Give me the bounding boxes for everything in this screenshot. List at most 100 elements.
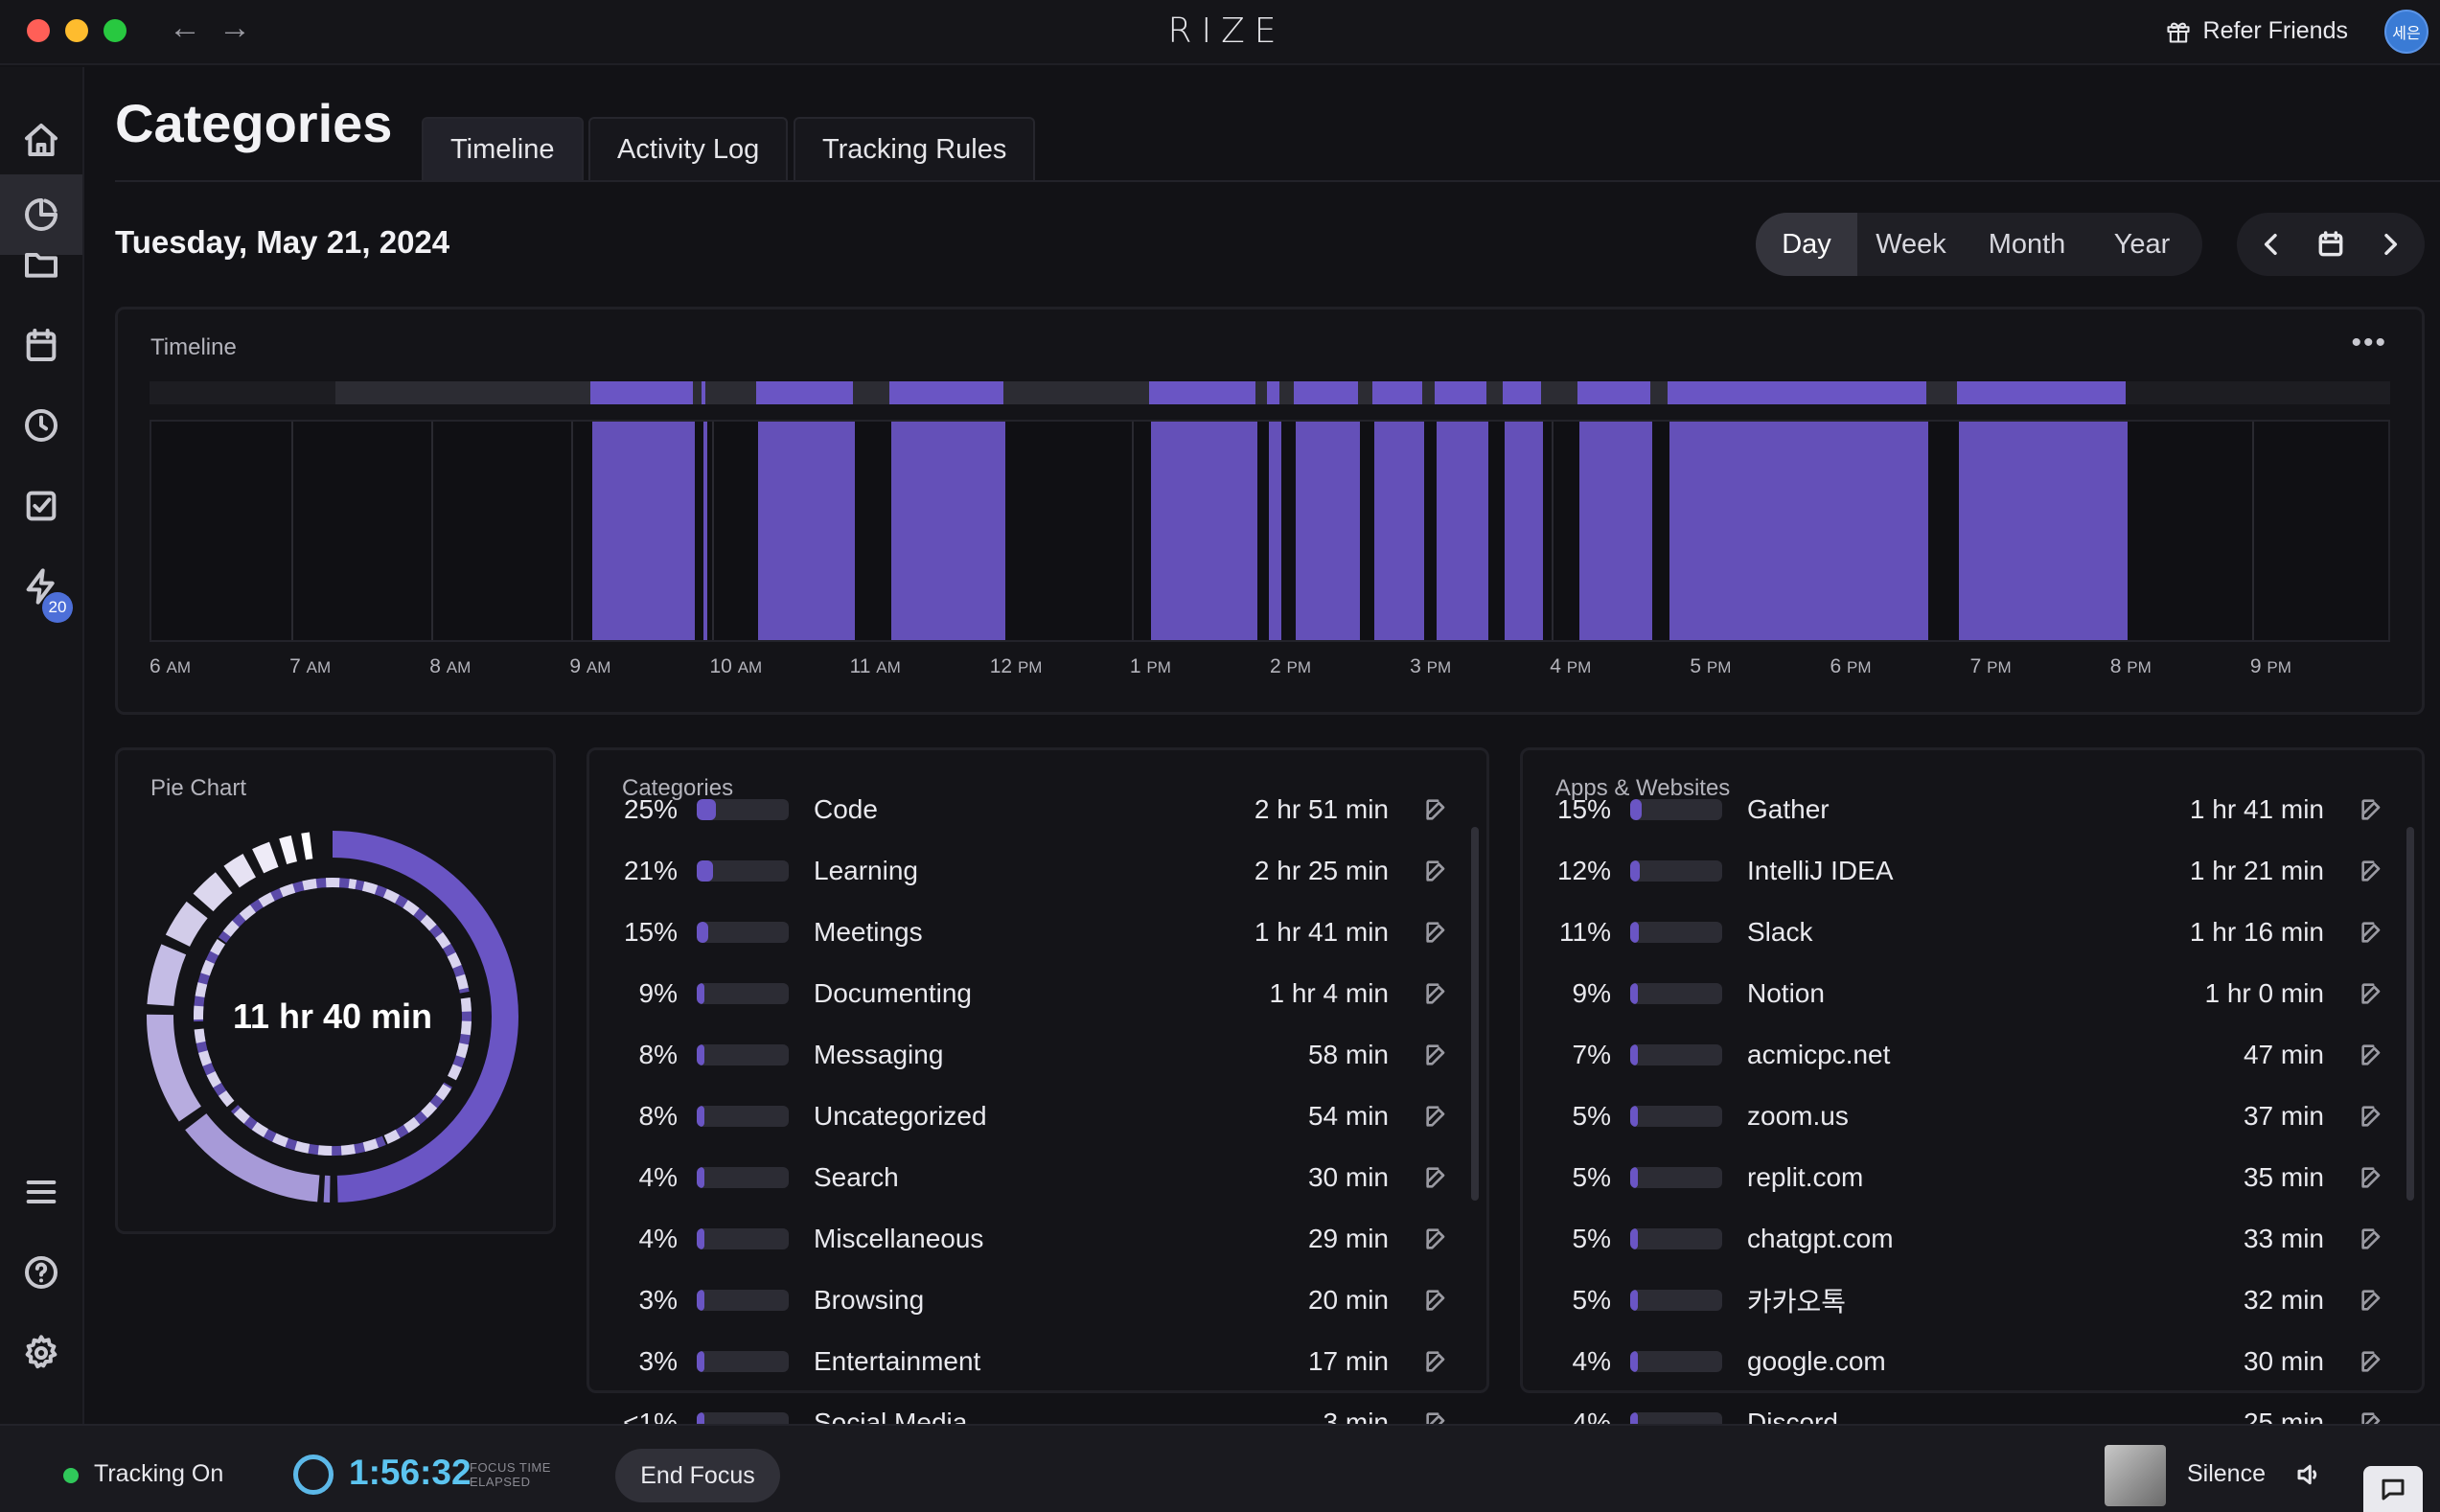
edit-icon[interactable] bbox=[2359, 1103, 2385, 1130]
tab-activity-log[interactable]: Activity Log bbox=[588, 117, 789, 180]
zoom-window-button[interactable] bbox=[104, 19, 127, 42]
forward-arrow-icon[interactable]: → bbox=[219, 10, 251, 47]
end-focus-button[interactable]: End Focus bbox=[615, 1449, 780, 1502]
sidebar-item-calendar[interactable] bbox=[0, 305, 82, 385]
volume-button[interactable] bbox=[2294, 1460, 2323, 1494]
edit-icon[interactable] bbox=[2359, 1164, 2385, 1191]
app-name: chatgpt.com bbox=[1747, 1224, 1894, 1253]
more-options-icon[interactable]: ••• bbox=[2351, 327, 2387, 359]
edit-icon[interactable] bbox=[1423, 1164, 1450, 1191]
app-row[interactable]: 7% acmicpc.net 47 min bbox=[1542, 1030, 2403, 1080]
sidebar-item-history[interactable] bbox=[0, 385, 82, 466]
refer-friends-button[interactable]: Refer Friends bbox=[2165, 17, 2348, 45]
timeline-session-block[interactable] bbox=[757, 422, 855, 640]
sidebar-item-home[interactable] bbox=[0, 100, 82, 180]
range-month-button[interactable]: Month bbox=[1965, 213, 2089, 276]
app-percent: 7% bbox=[1572, 1040, 1611, 1069]
timeline-chart[interactable] bbox=[150, 420, 2390, 642]
timeline-session-block[interactable] bbox=[1295, 422, 1361, 640]
category-row[interactable]: 25% Code 2 hr 51 min bbox=[609, 785, 1467, 835]
sidebar-item-projects[interactable] bbox=[0, 224, 82, 305]
avatar[interactable]: 세은 bbox=[2384, 10, 2428, 54]
edit-icon[interactable] bbox=[2359, 858, 2385, 884]
sound-label[interactable]: Silence bbox=[2187, 1460, 2266, 1488]
category-row[interactable]: 3% Browsing 20 min bbox=[609, 1275, 1467, 1325]
timeline-gridline bbox=[291, 422, 294, 640]
app-row[interactable]: 5% chatgpt.com 33 min bbox=[1542, 1214, 2403, 1264]
close-window-button[interactable] bbox=[27, 19, 50, 42]
app-row[interactable]: 4% google.com 30 min bbox=[1542, 1337, 2403, 1386]
previous-day-button[interactable] bbox=[2243, 213, 2300, 276]
timeline-session-block[interactable] bbox=[1579, 422, 1653, 640]
sidebar-item-menu[interactable] bbox=[0, 1152, 82, 1232]
edit-icon[interactable] bbox=[1423, 1042, 1450, 1068]
edit-icon[interactable] bbox=[1423, 1348, 1450, 1375]
timeline-session-block[interactable] bbox=[1504, 422, 1544, 640]
chat-button[interactable] bbox=[2363, 1466, 2423, 1512]
app-share-bar bbox=[1630, 1290, 1722, 1311]
edit-icon[interactable] bbox=[2359, 1348, 2385, 1375]
edit-icon[interactable] bbox=[1423, 858, 1450, 884]
category-row[interactable]: 8% Uncategorized 54 min bbox=[609, 1091, 1467, 1141]
sidebar-item-tasks[interactable] bbox=[0, 466, 82, 546]
tracking-status[interactable]: Tracking On bbox=[94, 1460, 223, 1488]
timeline-overview-segment bbox=[755, 381, 853, 404]
timeline-session-block[interactable] bbox=[1669, 422, 1929, 640]
category-row[interactable]: 4% Miscellaneous 29 min bbox=[609, 1214, 1467, 1264]
edit-icon[interactable] bbox=[1423, 1226, 1450, 1252]
timeline-session-block[interactable] bbox=[592, 422, 695, 640]
edit-icon[interactable] bbox=[2359, 1287, 2385, 1314]
range-day-button[interactable]: Day bbox=[1756, 213, 1857, 276]
sidebar-item-settings[interactable] bbox=[0, 1313, 82, 1393]
app-row[interactable]: 15% Gather 1 hr 41 min bbox=[1542, 785, 2403, 835]
edit-icon[interactable] bbox=[2359, 796, 2385, 823]
date-picker-button[interactable] bbox=[2302, 213, 2359, 276]
category-row[interactable]: 3% Entertainment 17 min bbox=[609, 1337, 1467, 1386]
edit-icon[interactable] bbox=[1423, 1103, 1450, 1130]
app-duration: 37 min bbox=[2243, 1101, 2324, 1131]
edit-icon[interactable] bbox=[1423, 796, 1450, 823]
refer-friends-label: Refer Friends bbox=[2202, 17, 2348, 44]
timeline-overview-bar bbox=[150, 381, 2390, 404]
range-week-button[interactable]: Week bbox=[1857, 213, 1965, 276]
pie-chart[interactable]: 11 hr 40 min bbox=[141, 825, 524, 1208]
minimize-window-button[interactable] bbox=[65, 19, 88, 42]
app-row[interactable]: 9% Notion 1 hr 0 min bbox=[1542, 969, 2403, 1019]
tab-tracking-rules[interactable]: Tracking Rules bbox=[794, 117, 1036, 180]
category-row[interactable]: 8% Messaging 58 min bbox=[609, 1030, 1467, 1080]
category-row[interactable]: 9% Documenting 1 hr 4 min bbox=[609, 969, 1467, 1019]
timeline-session-block[interactable] bbox=[890, 422, 1006, 640]
timeline-session-block[interactable] bbox=[1269, 422, 1282, 640]
edit-icon[interactable] bbox=[2359, 919, 2385, 946]
category-row[interactable]: 4% Search 30 min bbox=[609, 1153, 1467, 1203]
timeline-session-block[interactable] bbox=[702, 422, 708, 640]
tab-timeline[interactable]: Timeline bbox=[422, 117, 584, 180]
timeline-session-block[interactable] bbox=[1437, 422, 1489, 640]
app-row[interactable]: 5% 카카오톡 32 min bbox=[1542, 1275, 2403, 1325]
edit-icon[interactable] bbox=[2359, 1042, 2385, 1068]
app-row[interactable]: 5% replit.com 35 min bbox=[1542, 1153, 2403, 1203]
app-row[interactable]: 11% Slack 1 hr 16 min bbox=[1542, 907, 2403, 957]
apps-scrollbar[interactable] bbox=[2406, 827, 2414, 1201]
edit-icon[interactable] bbox=[2359, 1226, 2385, 1252]
timeline-session-block[interactable] bbox=[1373, 422, 1425, 640]
sidebar-item-focus[interactable]: 20 bbox=[0, 546, 82, 627]
back-arrow-icon[interactable]: ← bbox=[169, 10, 201, 47]
edit-icon[interactable] bbox=[1423, 980, 1450, 1007]
app-row[interactable]: 5% zoom.us 37 min bbox=[1542, 1091, 2403, 1141]
edit-icon[interactable] bbox=[1423, 919, 1450, 946]
category-row[interactable]: 21% Learning 2 hr 25 min bbox=[609, 846, 1467, 896]
range-year-button[interactable]: Year bbox=[2089, 213, 2195, 276]
timeline-session-block[interactable] bbox=[1151, 422, 1258, 640]
sound-thumbnail[interactable] bbox=[2105, 1445, 2166, 1506]
timeline-session-block[interactable] bbox=[1959, 422, 2128, 640]
sidebar-item-help[interactable] bbox=[0, 1232, 82, 1313]
edit-icon[interactable] bbox=[2359, 980, 2385, 1007]
app-row[interactable]: 12% IntelliJ IDEA 1 hr 21 min bbox=[1542, 846, 2403, 896]
category-row[interactable]: 15% Meetings 1 hr 41 min bbox=[609, 907, 1467, 957]
category-name: Search bbox=[814, 1162, 899, 1192]
next-day-button[interactable] bbox=[2361, 213, 2419, 276]
edit-icon[interactable] bbox=[1423, 1287, 1450, 1314]
categories-scrollbar[interactable] bbox=[1471, 827, 1479, 1201]
timeline-overview-segment bbox=[888, 381, 1004, 404]
